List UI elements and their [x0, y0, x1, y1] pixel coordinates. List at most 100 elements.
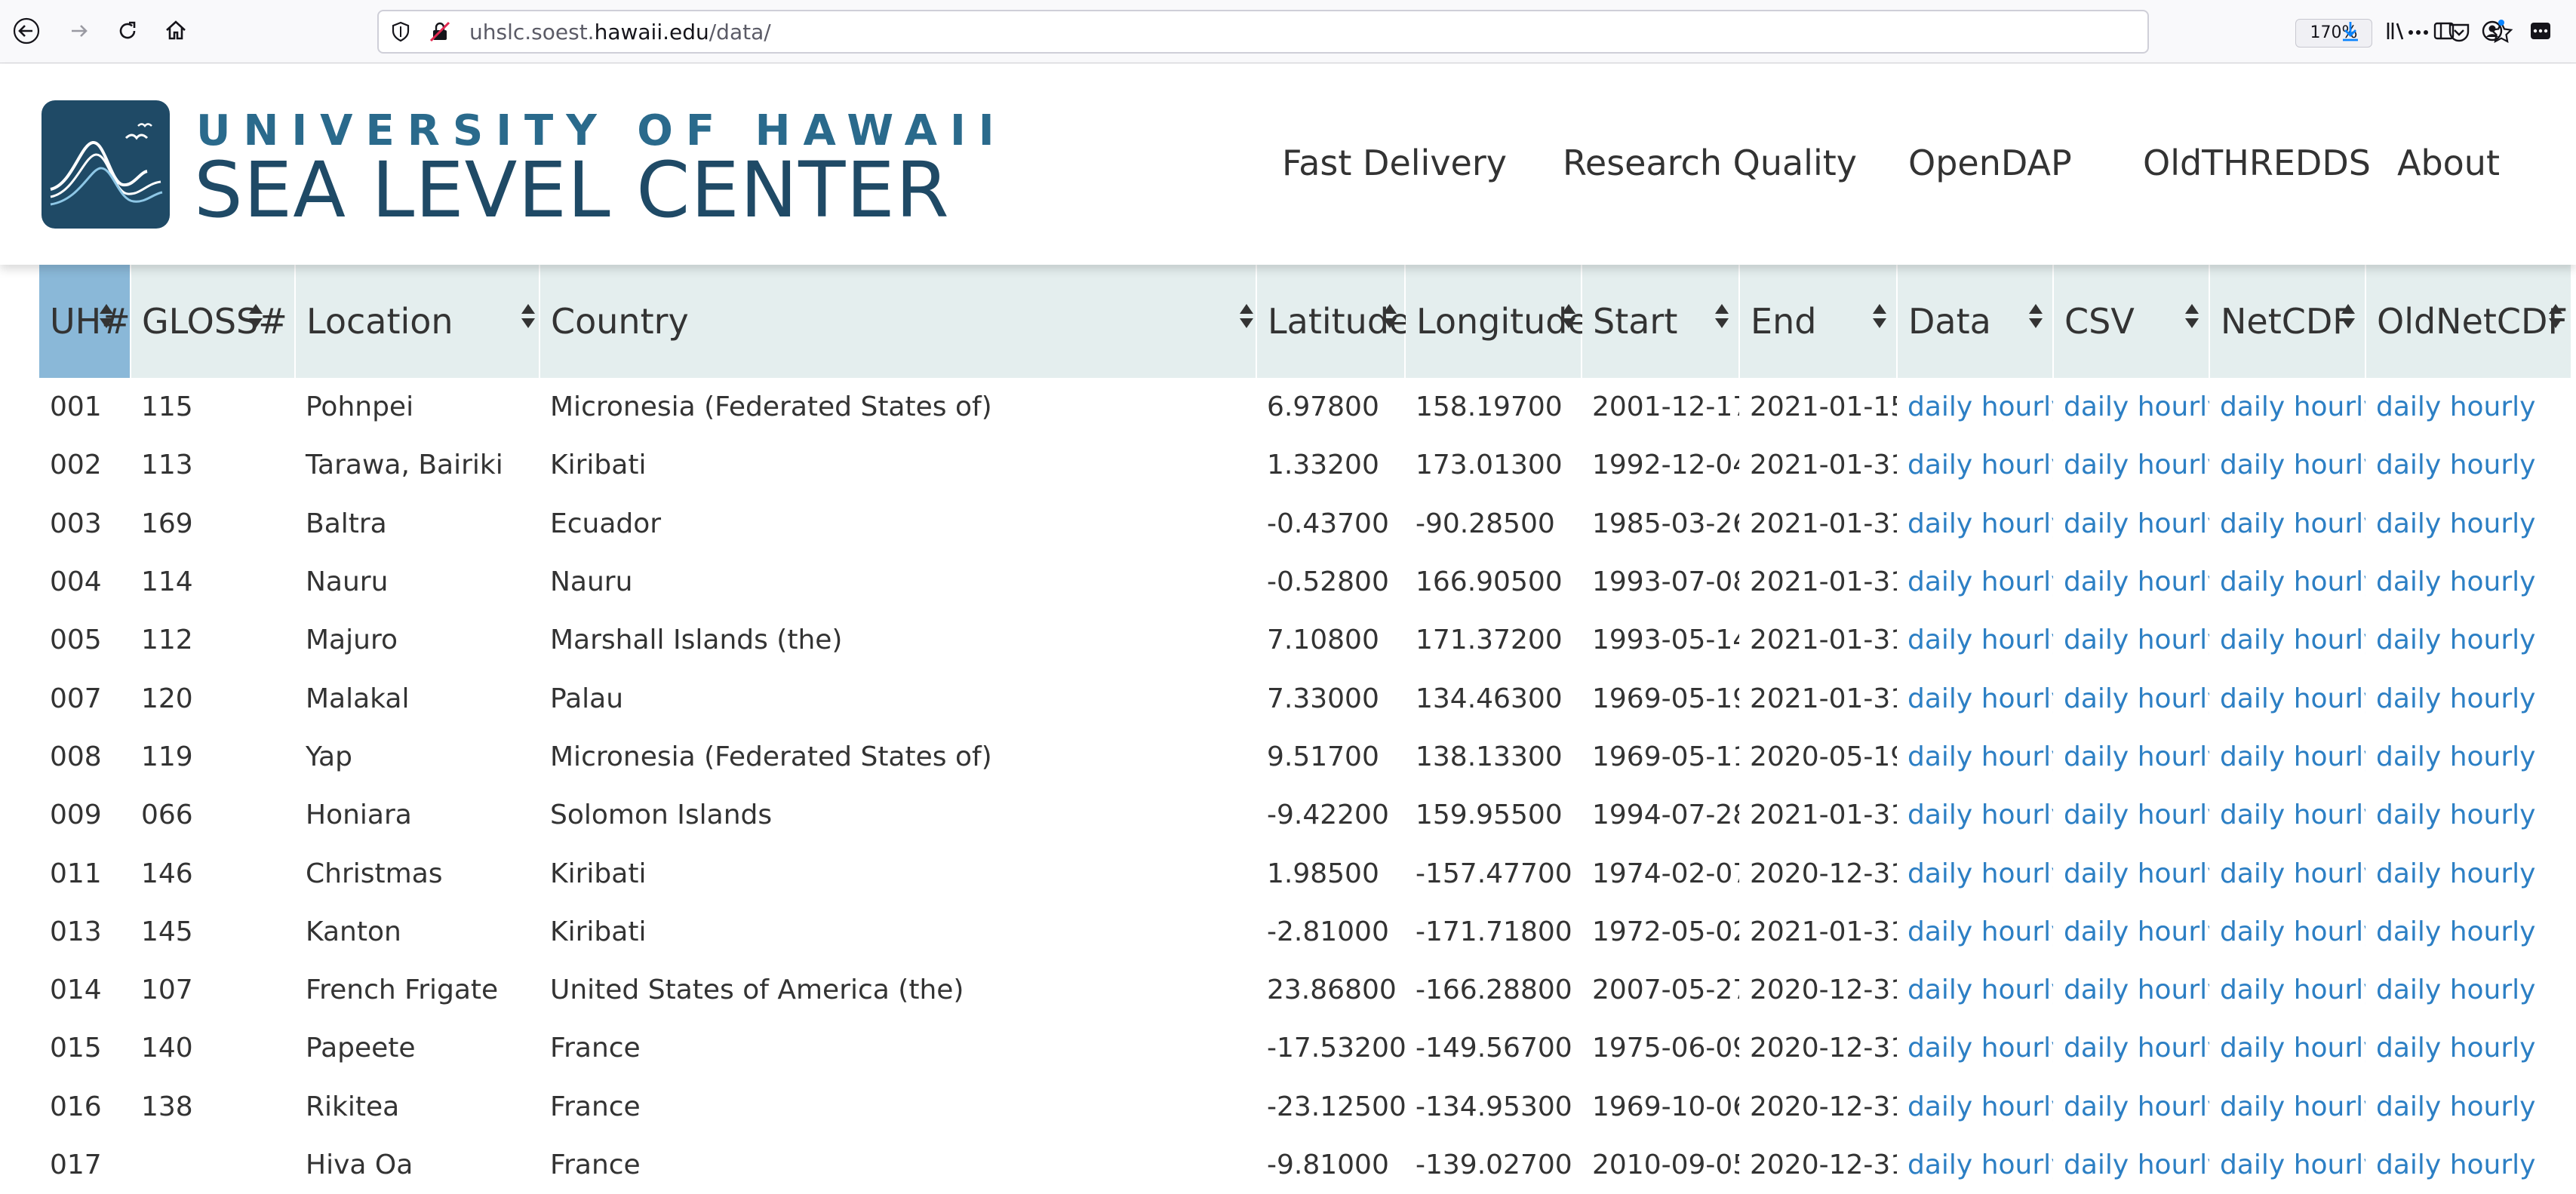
account-icon[interactable]: [2475, 14, 2510, 48]
sort-arrows-icon[interactable]: [2027, 297, 2044, 328]
sort-arrows-icon[interactable]: [247, 297, 264, 328]
csv-daily-link[interactable]: daily: [2064, 741, 2129, 772]
data-daily-link[interactable]: daily: [1907, 508, 1972, 539]
column-header-data[interactable]: Data: [1897, 264, 2054, 378]
forward-icon[interactable]: [62, 14, 97, 48]
csv-daily-link[interactable]: daily: [2064, 625, 2129, 655]
oldnetcdf-hourly-link[interactable]: hourly: [2450, 916, 2536, 947]
netcdf-daily-link[interactable]: daily: [2220, 508, 2285, 539]
url-bar[interactable]: uhslc.soest.hawaii.edu/data/ 170%: [377, 10, 2513, 54]
csv-daily-link[interactable]: daily: [2064, 800, 2129, 830]
sort-arrows-icon[interactable]: [1382, 297, 1398, 328]
data-daily-link[interactable]: daily: [1907, 450, 1972, 480]
csv-daily-link[interactable]: daily: [2064, 975, 2129, 1005]
data-hourly-link[interactable]: hourly: [1981, 450, 2053, 480]
netcdf-daily-link[interactable]: daily: [2220, 800, 2285, 830]
data-daily-link[interactable]: daily: [1907, 916, 1972, 947]
column-header-location[interactable]: Location: [295, 264, 540, 378]
oldnetcdf-hourly-link[interactable]: hourly: [2450, 391, 2536, 422]
data-hourly-link[interactable]: hourly: [1981, 625, 2053, 655]
data-daily-link[interactable]: daily: [1907, 566, 1972, 597]
oldnetcdf-hourly-link[interactable]: hourly: [2450, 508, 2536, 539]
oldnetcdf-hourly-link[interactable]: hourly: [2450, 683, 2536, 714]
data-hourly-link[interactable]: hourly: [1981, 391, 2053, 422]
netcdf-hourly-link[interactable]: hourly: [2294, 683, 2365, 714]
csv-hourly-link[interactable]: hourly: [2138, 683, 2209, 714]
data-hourly-link[interactable]: hourly: [1981, 1091, 2053, 1122]
netcdf-daily-link[interactable]: daily: [2220, 741, 2285, 772]
csv-hourly-link[interactable]: hourly: [2138, 1091, 2209, 1122]
csv-hourly-link[interactable]: hourly: [2138, 858, 2209, 889]
data-daily-link[interactable]: daily: [1907, 683, 1972, 714]
data-hourly-link[interactable]: hourly: [1981, 975, 2053, 1005]
column-header-netcdf[interactable]: NetCDF: [2209, 264, 2366, 378]
netcdf-daily-link[interactable]: daily: [2220, 1149, 2285, 1180]
oldnetcdf-daily-link[interactable]: daily: [2376, 916, 2441, 947]
netcdf-daily-link[interactable]: daily: [2220, 683, 2285, 714]
data-daily-link[interactable]: daily: [1907, 1033, 1972, 1064]
oldnetcdf-daily-link[interactable]: daily: [2376, 450, 2441, 480]
netcdf-hourly-link[interactable]: hourly: [2294, 625, 2365, 655]
sort-arrows-icon[interactable]: [1238, 297, 1255, 328]
data-daily-link[interactable]: daily: [1907, 625, 1972, 655]
netcdf-hourly-link[interactable]: hourly: [2294, 391, 2365, 422]
data-hourly-link[interactable]: hourly: [1981, 741, 2053, 772]
csv-daily-link[interactable]: daily: [2064, 683, 2129, 714]
oldnetcdf-hourly-link[interactable]: hourly: [2450, 1033, 2536, 1064]
csv-hourly-link[interactable]: hourly: [2138, 450, 2209, 480]
home-icon[interactable]: [158, 14, 193, 48]
nav-oldthredds[interactable]: OldTHREDDS: [2143, 143, 2371, 183]
csv-hourly-link[interactable]: hourly: [2138, 566, 2209, 597]
csv-hourly-link[interactable]: hourly: [2138, 800, 2209, 830]
netcdf-hourly-link[interactable]: hourly: [2294, 450, 2365, 480]
reload-icon[interactable]: [110, 14, 145, 48]
oldnetcdf-daily-link[interactable]: daily: [2376, 1149, 2441, 1180]
netcdf-daily-link[interactable]: daily: [2220, 916, 2285, 947]
netcdf-hourly-link[interactable]: hourly: [2294, 1091, 2365, 1122]
netcdf-hourly-link[interactable]: hourly: [2294, 741, 2365, 772]
csv-hourly-link[interactable]: hourly: [2138, 1149, 2209, 1180]
oldnetcdf-hourly-link[interactable]: hourly: [2450, 1091, 2536, 1122]
csv-daily-link[interactable]: daily: [2064, 450, 2129, 480]
csv-hourly-link[interactable]: hourly: [2138, 975, 2209, 1005]
sort-arrows-icon[interactable]: [520, 297, 536, 328]
nav-research-quality[interactable]: Research Quality: [1563, 143, 1857, 183]
oldnetcdf-hourly-link[interactable]: hourly: [2450, 741, 2536, 772]
back-icon[interactable]: [9, 14, 44, 48]
sort-arrows-icon[interactable]: [2184, 297, 2200, 328]
oldnetcdf-hourly-link[interactable]: hourly: [2450, 858, 2536, 889]
downloads-icon[interactable]: [2333, 14, 2368, 48]
data-daily-link[interactable]: daily: [1907, 1149, 1972, 1180]
sort-arrows-icon[interactable]: [1560, 297, 1577, 328]
csv-hourly-link[interactable]: hourly: [2138, 1033, 2209, 1064]
data-hourly-link[interactable]: hourly: [1981, 566, 2053, 597]
oldnetcdf-daily-link[interactable]: daily: [2376, 625, 2441, 655]
column-header-csv[interactable]: CSV: [2053, 264, 2210, 378]
data-hourly-link[interactable]: hourly: [1981, 1149, 2053, 1180]
extension-menu-icon[interactable]: [2523, 14, 2558, 48]
netcdf-hourly-link[interactable]: hourly: [2294, 800, 2365, 830]
oldnetcdf-daily-link[interactable]: daily: [2376, 975, 2441, 1005]
sea-level-center-logo-icon[interactable]: [41, 100, 170, 229]
column-header-latitude[interactable]: Latitude: [1256, 264, 1410, 378]
oldnetcdf-daily-link[interactable]: daily: [2376, 800, 2441, 830]
sort-arrows-icon[interactable]: [1714, 297, 1730, 328]
insecure-lock-icon[interactable]: [429, 20, 451, 43]
oldnetcdf-daily-link[interactable]: daily: [2376, 1091, 2441, 1122]
oldnetcdf-daily-link[interactable]: daily: [2376, 741, 2441, 772]
data-daily-link[interactable]: daily: [1907, 858, 1972, 889]
data-hourly-link[interactable]: hourly: [1981, 916, 2053, 947]
netcdf-hourly-link[interactable]: hourly: [2294, 508, 2365, 539]
oldnetcdf-daily-link[interactable]: daily: [2376, 858, 2441, 889]
csv-daily-link[interactable]: daily: [2064, 858, 2129, 889]
oldnetcdf-daily-link[interactable]: daily: [2376, 391, 2441, 422]
csv-hourly-link[interactable]: hourly: [2138, 391, 2209, 422]
netcdf-daily-link[interactable]: daily: [2220, 858, 2285, 889]
oldnetcdf-hourly-link[interactable]: hourly: [2450, 450, 2536, 480]
oldnetcdf-hourly-link[interactable]: hourly: [2450, 800, 2536, 830]
oldnetcdf-daily-link[interactable]: daily: [2376, 1033, 2441, 1064]
data-hourly-link[interactable]: hourly: [1981, 858, 2053, 889]
csv-daily-link[interactable]: daily: [2064, 391, 2129, 422]
netcdf-daily-link[interactable]: daily: [2220, 1091, 2285, 1122]
library-icon[interactable]: [2378, 14, 2413, 48]
